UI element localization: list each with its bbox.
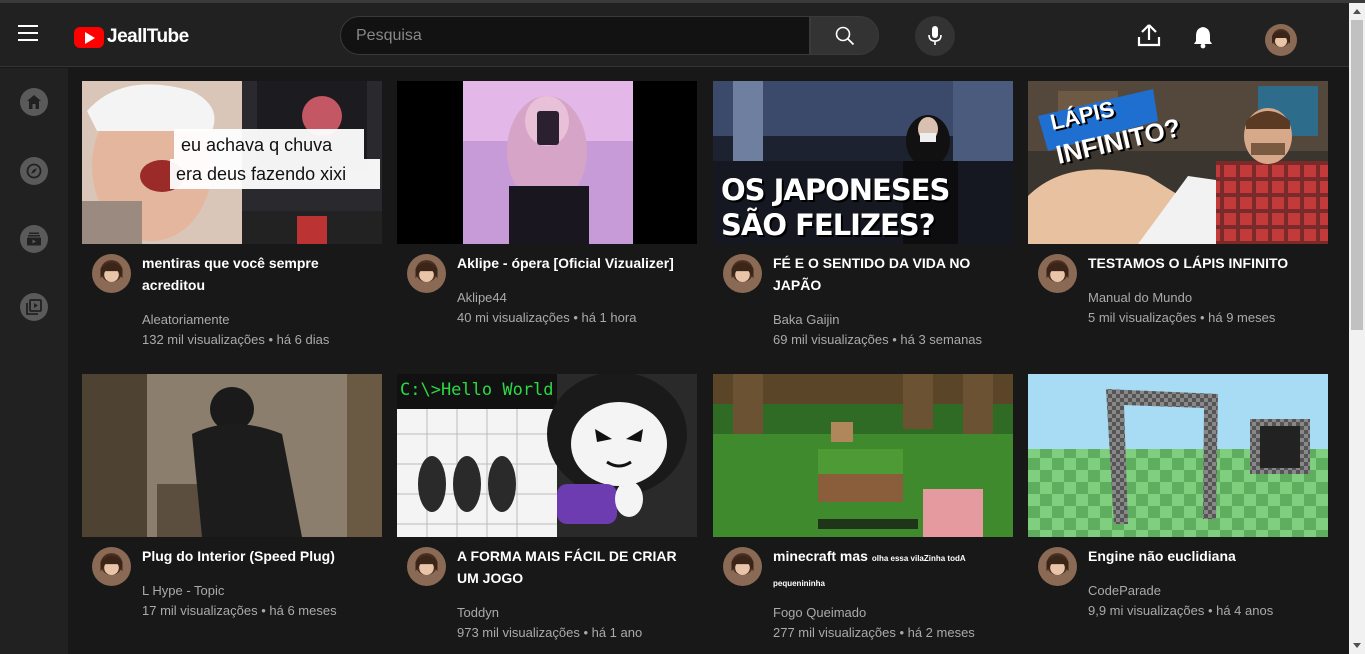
thumbnail-caption-line-2: SÃO FELIZES? xyxy=(721,208,936,242)
upload-button[interactable] xyxy=(1136,23,1162,49)
video-meta: 9,9 mi visualizações • há 4 anos xyxy=(1088,603,1274,618)
video-title-main: minecraft mas xyxy=(773,548,868,564)
microphone-icon xyxy=(928,26,942,45)
youtube-logo-icon xyxy=(74,26,104,48)
channel-avatar[interactable] xyxy=(1038,547,1077,586)
video-meta: 5 mil visualizações • há 9 meses xyxy=(1088,310,1276,325)
video-thumbnail[interactable]: LÁPIS INFINITO? xyxy=(1028,81,1328,244)
search-icon xyxy=(835,26,854,45)
video-thumbnail[interactable]: eu achava q chuva era deus fazendo xixi xyxy=(82,81,382,244)
video-thumbnail[interactable] xyxy=(713,374,1013,537)
user-avatar[interactable] xyxy=(1265,24,1297,56)
notifications-button[interactable] xyxy=(1192,25,1214,49)
video-meta: 277 mil visualizações • há 2 meses xyxy=(773,625,975,640)
video-thumbnail[interactable]: C:\>Hello World xyxy=(397,374,697,537)
sidebar-item-library[interactable] xyxy=(20,293,48,321)
video-thumbnail[interactable] xyxy=(397,81,697,244)
search-button[interactable] xyxy=(810,16,879,55)
channel-avatar[interactable] xyxy=(92,254,131,293)
top-header: JeallTube xyxy=(0,3,1349,67)
scroll-up-arrow-icon[interactable] xyxy=(1353,9,1361,14)
channel-name[interactable]: Fogo Queimado xyxy=(773,605,866,620)
thumbnail-caption-line-1: eu achava q chuva xyxy=(181,135,333,155)
logo[interactable]: JeallTube xyxy=(74,25,189,49)
subscriptions-icon xyxy=(27,232,41,246)
channel-name[interactable]: Aklipe44 xyxy=(457,290,507,305)
video-meta: 69 mil visualizações • há 3 semanas xyxy=(773,332,983,347)
video-meta: 973 mil visualizações • há 1 ano xyxy=(457,625,643,640)
channel-avatar[interactable] xyxy=(92,547,131,586)
video-meta: 40 mi visualizações • há 1 hora xyxy=(457,310,637,325)
video-title[interactable]: Plug do Interior (Speed Plug) xyxy=(142,545,377,567)
channel-name[interactable]: L Hype - Topic xyxy=(142,583,224,598)
video-grid: eu achava q chuva era deus fazendo xixi … xyxy=(68,68,1349,654)
video-thumbnail[interactable] xyxy=(1028,374,1328,537)
video-title[interactable]: A FORMA MAIS FÁCIL DE CRIAR UM JOGO xyxy=(457,545,692,589)
channel-name[interactable]: Manual do Mundo xyxy=(1088,290,1192,305)
video-thumbnail[interactable]: OS JAPONESES SÃO FELIZES? xyxy=(713,81,1013,244)
search-input[interactable] xyxy=(340,16,810,55)
channel-name[interactable]: Aleatoriamente xyxy=(142,312,229,327)
thumbnail-caption-line-1: OS JAPONESES xyxy=(721,173,950,207)
channel-avatar[interactable] xyxy=(407,547,446,586)
menu-icon[interactable] xyxy=(18,25,42,43)
sidebar-item-explore[interactable] xyxy=(20,157,48,185)
sidebar-item-home[interactable] xyxy=(20,88,48,116)
video-title[interactable]: Engine não euclidiana xyxy=(1088,545,1323,567)
scroll-down-arrow-icon[interactable] xyxy=(1353,643,1361,648)
video-meta: 132 mil visualizações • há 6 dias xyxy=(142,332,330,347)
library-icon xyxy=(26,299,42,315)
vertical-scrollbar[interactable] xyxy=(1349,3,1365,654)
upload-icon xyxy=(1137,24,1161,47)
home-icon xyxy=(27,95,41,109)
channel-avatar[interactable] xyxy=(723,254,762,293)
explore-icon xyxy=(26,163,42,179)
voice-search-button[interactable] xyxy=(915,16,955,56)
sidebar-item-subscriptions[interactable] xyxy=(20,225,48,253)
sidebar xyxy=(0,68,68,654)
logo-text: JeallTube xyxy=(107,26,189,47)
channel-avatar[interactable] xyxy=(723,547,762,586)
video-title[interactable]: minecraft mas olha essa vilaZinha todA p… xyxy=(773,545,1008,595)
video-thumbnail[interactable] xyxy=(82,374,382,537)
video-title[interactable]: mentiras que você sempre acreditou xyxy=(142,252,377,296)
channel-name[interactable]: CodeParade xyxy=(1088,583,1161,598)
channel-name[interactable]: Baka Gaijin xyxy=(773,312,839,327)
channel-avatar[interactable] xyxy=(407,254,446,293)
channel-avatar[interactable] xyxy=(1038,254,1077,293)
thumbnail-caption-line-2: era deus fazendo xixi xyxy=(176,164,347,184)
video-meta: 17 mil visualizações • há 6 meses xyxy=(142,603,337,618)
channel-name[interactable]: Toddyn xyxy=(457,605,499,620)
bell-icon xyxy=(1194,27,1212,49)
thumbnail-caption-line-1: C:\>Hello World xyxy=(400,380,554,400)
scroll-thumb[interactable] xyxy=(1351,20,1363,330)
video-title[interactable]: Aklipe - ópera [Oficial Vizualizer] xyxy=(457,252,692,274)
video-title[interactable]: TESTAMOS O LÁPIS INFINITO xyxy=(1088,252,1323,274)
video-title[interactable]: FÉ E O SENTIDO DA VIDA NO JAPÃO xyxy=(773,252,1008,296)
